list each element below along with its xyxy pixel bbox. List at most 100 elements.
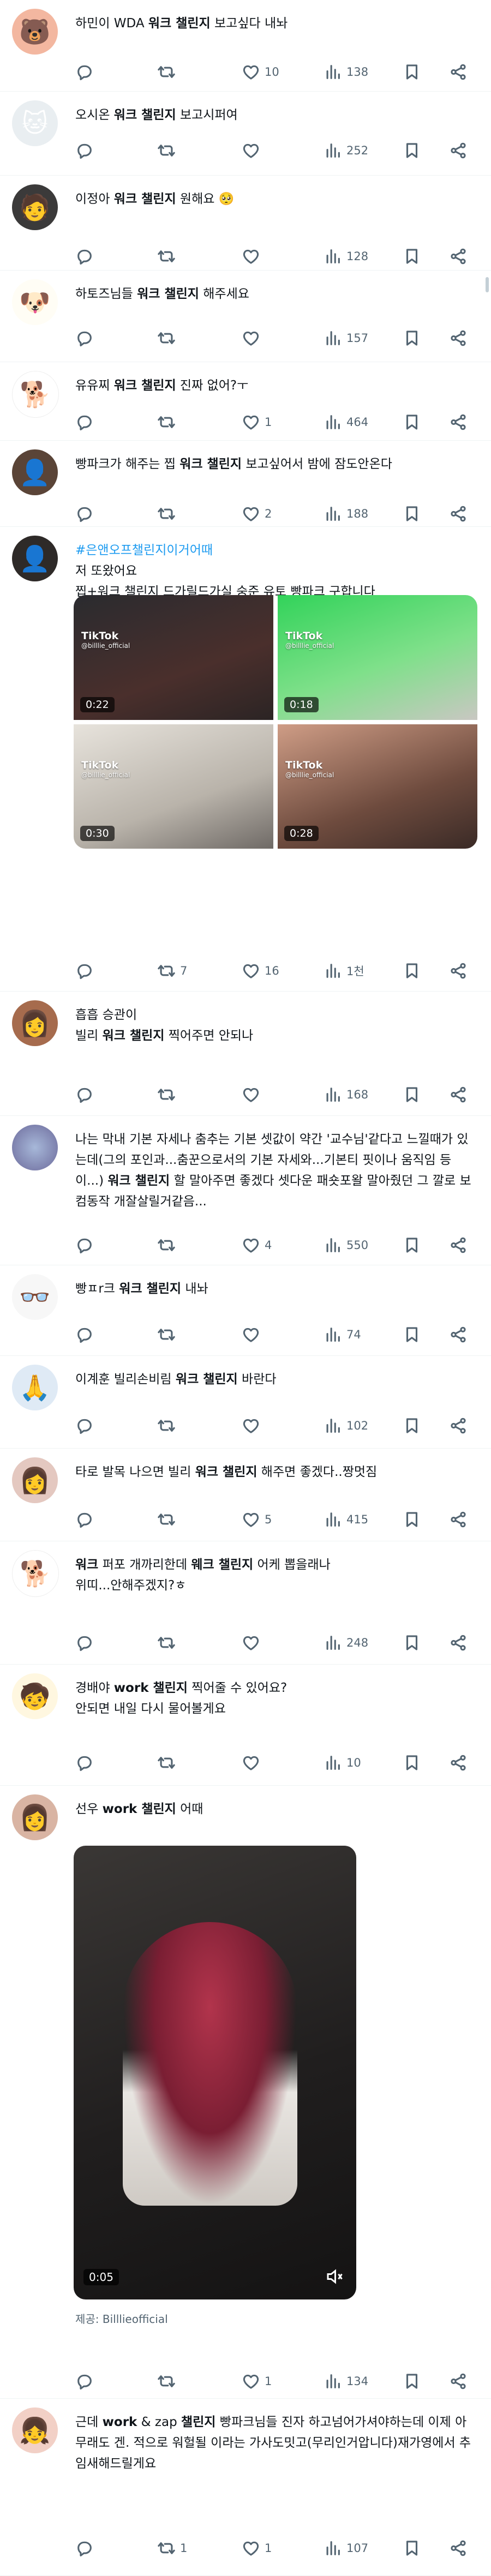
views-button[interactable]: 10 (324, 1750, 361, 1776)
media-grid[interactable]: TikTok @billlie_official 0:22 TikTok @billli… (74, 595, 477, 849)
retweet-button[interactable] (157, 1506, 180, 1533)
avatar[interactable]: 🧑 (12, 184, 58, 230)
video-thumbnail[interactable]: TikTok @billlie_official 0:28 (278, 724, 477, 849)
bookmark-button[interactable] (403, 1506, 421, 1533)
like-button[interactable] (242, 137, 265, 164)
avatar[interactable]: 🧒 (12, 1673, 58, 1719)
like-button[interactable]: 4 (242, 1232, 272, 1258)
like-button[interactable]: 2 (242, 501, 272, 527)
post[interactable]: 🐱 오시온 워크 챌린지 보고시퍼여 252 (0, 92, 491, 176)
share-button[interactable] (449, 59, 468, 85)
bookmark-button[interactable] (403, 1322, 421, 1348)
like-button[interactable] (242, 243, 265, 269)
share-button[interactable] (449, 243, 468, 269)
reply-button[interactable] (75, 409, 98, 435)
views-button[interactable]: 107 (324, 2535, 368, 2561)
like-button[interactable]: 1 (242, 2535, 272, 2561)
reply-button[interactable] (75, 1750, 98, 1776)
retweet-button[interactable] (157, 1082, 180, 1108)
views-button[interactable]: 102 (324, 1413, 368, 1439)
reply-button[interactable] (75, 1630, 98, 1656)
avatar[interactable]: 👤 (12, 536, 58, 581)
post[interactable]: 👩 선우 work 챌린지 어때 0:05 제공: Billlieofficial 1 1… (0, 1786, 491, 2399)
reply-button[interactable] (75, 2368, 98, 2394)
bookmark-button[interactable] (403, 1232, 421, 1258)
retweet-button[interactable] (157, 2368, 180, 2394)
share-button[interactable] (449, 1322, 468, 1348)
post[interactable]: 🧒 경배야 work 챌린지 찍어줄 수 있어요? 안되면 내일 다시 물어볼게요… (0, 1665, 491, 1786)
retweet-button[interactable] (157, 1630, 180, 1656)
share-button[interactable] (449, 501, 468, 527)
reply-button[interactable] (75, 1413, 98, 1439)
views-button[interactable]: 248 (324, 1630, 368, 1656)
avatar[interactable]: 👩 (12, 1794, 58, 1840)
avatar[interactable]: 👓 (12, 1274, 58, 1320)
post[interactable]: 👧 근데 work & zap 챌린지 빵파크님들 진자 하고넘어가셔야하는데 이… (0, 2399, 491, 2576)
post[interactable]: 🧑 이정아 워크 챌린지 원해요 🥺 128 (0, 176, 491, 271)
avatar[interactable] (12, 1125, 58, 1170)
post[interactable]: 👤 빵파크가 해주는 찝 워크 챌린지 보고싶어서 밤에 잠도안온다 2 188 (0, 441, 491, 527)
retweet-button[interactable]: 7 (157, 958, 187, 984)
views-button[interactable]: 74 (324, 1322, 361, 1348)
share-button[interactable] (449, 2368, 468, 2394)
reply-button[interactable] (75, 501, 98, 527)
avatar[interactable]: 🙏 (12, 1365, 58, 1410)
post[interactable]: 👓 빵ㅍr크 워크 챌린지 내놔 74 (0, 1265, 491, 1356)
reply-button[interactable] (75, 1082, 98, 1108)
avatar[interactable]: 🐕 (12, 371, 59, 418)
views-button[interactable]: 157 (324, 325, 368, 351)
like-button[interactable] (242, 325, 265, 351)
video-thumbnail[interactable]: TikTok @billlie_official 0:30 (74, 724, 273, 849)
views-button[interactable]: 188 (324, 501, 368, 527)
views-button[interactable]: 134 (324, 2368, 368, 2394)
bookmark-button[interactable] (403, 2535, 421, 2561)
views-button[interactable]: 138 (324, 59, 368, 85)
avatar[interactable]: 👧 (12, 2407, 58, 2453)
bookmark-button[interactable] (403, 325, 421, 351)
retweet-button[interactable] (157, 409, 180, 435)
like-button[interactable] (242, 1630, 265, 1656)
avatar[interactable]: 🐶 (12, 279, 58, 325)
retweet-button[interactable] (157, 325, 180, 351)
views-button[interactable]: 128 (324, 243, 368, 269)
retweet-button[interactable] (157, 59, 180, 85)
views-button[interactable]: 252 (324, 137, 368, 164)
bookmark-button[interactable] (403, 958, 421, 984)
reply-button[interactable] (75, 1322, 98, 1348)
post[interactable]: 👩 타로 발목 나으면 빌리 워크 챌린지 해주면 좋겠다..짱멋짐 5 415 (0, 1449, 491, 1541)
bookmark-button[interactable] (403, 1082, 421, 1108)
share-button[interactable] (449, 137, 468, 164)
mute-icon[interactable] (325, 2267, 344, 2286)
hashtag-link[interactable]: #은앤오프챌린지이거어때 (75, 540, 474, 561)
like-button[interactable] (242, 1082, 265, 1108)
views-button[interactable]: 168 (324, 1082, 368, 1108)
retweet-button[interactable] (157, 1750, 180, 1776)
bookmark-button[interactable] (403, 1413, 421, 1439)
avatar[interactable]: 👩 (12, 1457, 58, 1503)
share-button[interactable] (449, 2535, 468, 2561)
bookmark-button[interactable] (403, 137, 421, 164)
retweet-button[interactable] (157, 243, 180, 269)
share-button[interactable] (449, 1630, 468, 1656)
share-button[interactable] (449, 409, 468, 435)
views-button[interactable]: 1천 (324, 958, 364, 984)
share-button[interactable] (449, 325, 468, 351)
like-button[interactable]: 1 (242, 2368, 272, 2394)
avatar[interactable]: 🐕 (12, 1550, 59, 1597)
post[interactable]: 🙏 이계훈 빌리손비림 워크 챌린지 바란다 102 (0, 1356, 491, 1449)
like-button[interactable]: 5 (242, 1506, 272, 1533)
retweet-button[interactable] (157, 1413, 180, 1439)
retweet-button[interactable]: 1 (157, 2535, 187, 2561)
retweet-button[interactable] (157, 501, 180, 527)
retweet-button[interactable] (157, 137, 180, 164)
like-button[interactable] (242, 1413, 265, 1439)
like-button[interactable]: 16 (242, 958, 279, 984)
share-button[interactable] (449, 1413, 468, 1439)
post[interactable]: 🐶 하토즈님들 워크 챌린지 해주세요 157 (0, 271, 491, 362)
reply-button[interactable] (75, 243, 98, 269)
bookmark-button[interactable] (403, 1630, 421, 1656)
like-button[interactable] (242, 1750, 265, 1776)
bookmark-button[interactable] (403, 59, 421, 85)
avatar[interactable]: 👩 (12, 1000, 58, 1046)
views-button[interactable]: 464 (324, 409, 368, 435)
